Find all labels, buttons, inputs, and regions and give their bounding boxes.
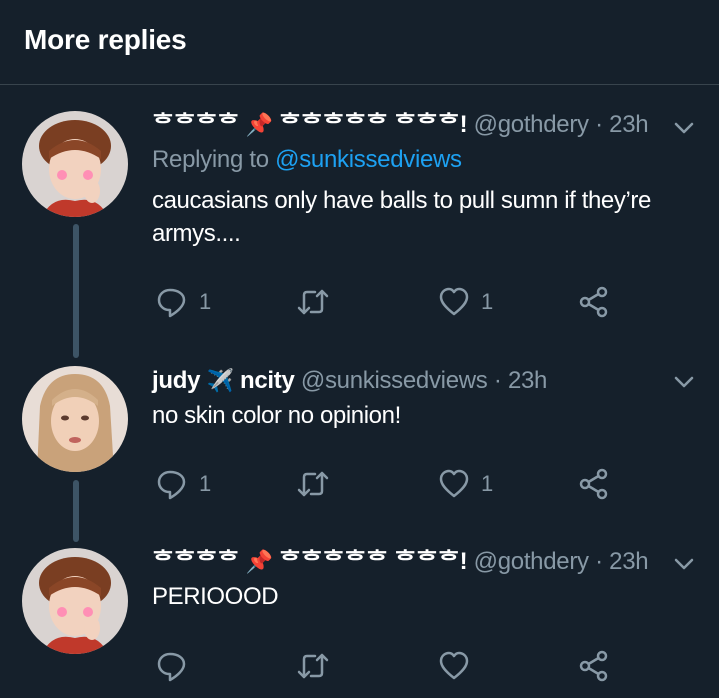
tweet-text: no skin color no opinion!: [152, 402, 401, 429]
user-handle[interactable]: @sunkissedviews: [301, 367, 488, 394]
like-button[interactable]: 1: [437, 466, 493, 502]
reply-count: 1: [199, 471, 212, 496]
reply-button[interactable]: 1: [155, 284, 211, 320]
heart-icon: [439, 651, 469, 680]
display-name-suffix[interactable]: ᄒᄒᄒᄒᄒ ᄒᄒᄒ!: [279, 548, 468, 575]
display-name[interactable]: judy: [152, 367, 200, 394]
retweet-button[interactable]: [296, 284, 330, 320]
like-button[interactable]: 1: [437, 284, 493, 320]
share-button[interactable]: [577, 648, 611, 684]
replies-header: More replies: [0, 0, 719, 85]
tweet-meta: judy ✈️ ncity @sunkissedviews · 23h: [152, 366, 547, 396]
tweet-text: caucasians only have balls to pull sumn …: [152, 187, 651, 247]
display-name-suffix[interactable]: ncity: [240, 367, 295, 394]
avatar[interactable]: [22, 366, 128, 472]
separator-dot: ·: [595, 111, 603, 138]
thread-line: [73, 224, 79, 358]
like-count: 1: [481, 289, 494, 314]
timestamp[interactable]: 23h: [508, 367, 547, 394]
replying-to-prefix: Replying to: [152, 146, 269, 173]
speech-bubble-icon: [157, 470, 186, 500]
reply-count: 1: [199, 289, 212, 314]
like-button[interactable]: [437, 648, 481, 684]
share-button[interactable]: [577, 466, 611, 502]
timestamp[interactable]: 23h: [609, 548, 648, 575]
user-handle[interactable]: @gothdery: [474, 111, 589, 138]
retweet-icon: [297, 653, 329, 679]
speech-bubble-icon: [157, 652, 186, 682]
pin-emoji: 📌: [245, 112, 273, 137]
display-name[interactable]: ᄒᄒᄒᄒ: [152, 548, 239, 575]
chevron-down-icon[interactable]: [668, 112, 700, 144]
avatar[interactable]: [22, 548, 128, 654]
heart-icon: [439, 287, 469, 316]
user-handle[interactable]: @gothdery: [474, 548, 589, 575]
airplane-emoji: ✈️: [206, 368, 234, 393]
share-icon: [579, 286, 608, 318]
thread-line: [73, 480, 79, 542]
share-button[interactable]: [577, 284, 611, 320]
tweet-meta: ᄒᄒᄒᄒ 📌 ᄒᄒᄒᄒᄒ ᄒᄒᄒ! @gothdery · 23h: [152, 547, 649, 577]
retweet-button[interactable]: [296, 648, 330, 684]
timestamp[interactable]: 23h: [609, 111, 648, 138]
share-icon: [579, 468, 608, 500]
chevron-down-icon[interactable]: [668, 548, 700, 580]
retweet-icon: [297, 471, 329, 497]
heart-icon: [439, 469, 469, 498]
chevron-down-icon[interactable]: [668, 366, 700, 398]
pin-emoji: 📌: [245, 549, 273, 574]
separator-dot: ·: [493, 367, 502, 394]
avatar[interactable]: [22, 111, 128, 217]
display-name[interactable]: ᄒᄒᄒᄒ: [152, 111, 239, 138]
speech-bubble-icon: [157, 288, 186, 318]
reply-button[interactable]: [155, 648, 199, 684]
separator-dot: ·: [595, 548, 603, 575]
header-title: More replies: [24, 24, 187, 55]
replying-to-link[interactable]: @sunkissedviews: [275, 146, 462, 173]
replying-to: Replying to @sunkissedviews: [152, 145, 462, 175]
retweet-icon: [297, 289, 329, 315]
like-count: 1: [481, 471, 494, 496]
tweet-text: PERIOOOD: [152, 583, 279, 610]
reply-button[interactable]: 1: [155, 466, 211, 502]
display-name-suffix[interactable]: ᄒᄒᄒᄒᄒ ᄒᄒᄒ!: [279, 111, 468, 138]
tweet-meta: ᄒᄒᄒᄒ 📌 ᄒᄒᄒᄒᄒ ᄒᄒᄒ! @gothdery · 23h: [152, 110, 649, 140]
retweet-button[interactable]: [296, 466, 330, 502]
share-icon: [579, 650, 608, 682]
